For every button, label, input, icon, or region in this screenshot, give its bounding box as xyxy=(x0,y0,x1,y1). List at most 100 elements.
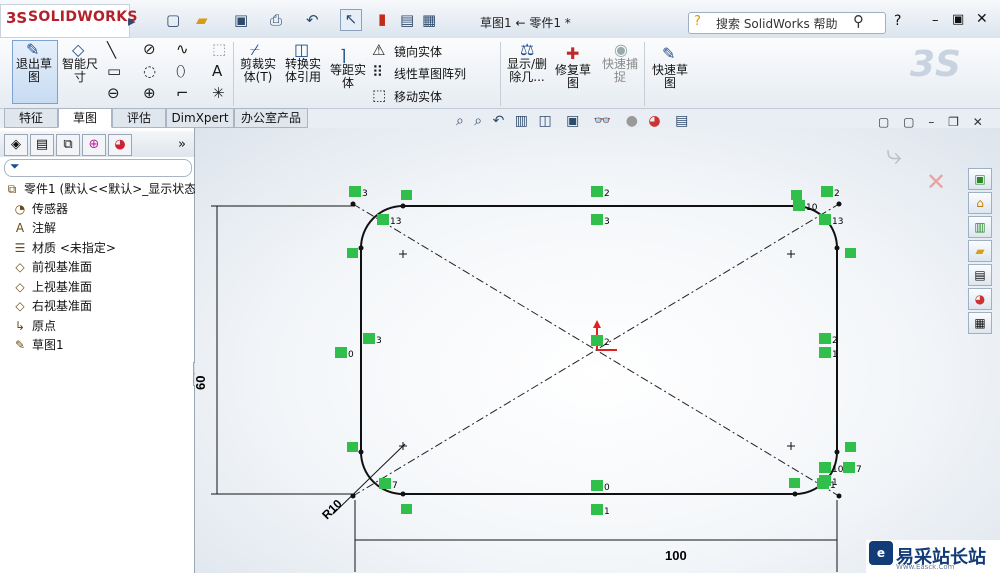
viewport-close-icon[interactable]: ✕ xyxy=(973,115,983,129)
dimension-texts[interactable]: 100 60 R10 xyxy=(195,376,687,563)
viewport-window-controls: ▢ ▢ – ❐ ✕ xyxy=(878,115,983,129)
menu-arrow-icon[interactable]: ▸ xyxy=(128,12,136,30)
scene-icon[interactable]: ◕ xyxy=(648,113,660,129)
tab-features[interactable]: 特征 xyxy=(4,108,58,128)
tab-dimxpert[interactable]: DimXpert xyxy=(166,108,234,128)
new-document-icon[interactable]: ▢ xyxy=(166,11,180,29)
view-settings-icon[interactable]: ▤ xyxy=(675,113,688,129)
display-manager-icon[interactable]: ◕ xyxy=(108,134,132,156)
polygon-icon[interactable]: ⊕ xyxy=(143,84,156,102)
move-icon[interactable]: ⬚ xyxy=(372,86,386,104)
display-style-icon[interactable]: ▣ xyxy=(566,113,579,129)
mirror-icon[interactable]: ⚠ xyxy=(372,41,385,59)
hide-show-items-icon[interactable]: 👓 xyxy=(594,113,611,129)
view-orientation-icon[interactable]: ◫ xyxy=(538,113,551,129)
zoom-area-icon[interactable]: ⌕ xyxy=(474,113,482,129)
options-icon[interactable]: ▦ xyxy=(422,11,436,29)
line-icon[interactable]: ╲ xyxy=(107,41,116,59)
tile-vertical-icon[interactable]: ▢ xyxy=(903,115,914,129)
zoom-to-fit-icon[interactable]: ⌕ xyxy=(456,113,464,129)
configuration-manager-icon[interactable]: ⧉ xyxy=(56,134,80,156)
tree-item[interactable]: ↳ 原点 xyxy=(12,317,56,334)
restore-icon[interactable]: ▣ xyxy=(952,12,964,27)
tree-item[interactable]: ◔ 传感器 xyxy=(12,200,68,217)
tree-item-label: 传感器 xyxy=(32,201,69,216)
rebuild-icon[interactable]: ▮ xyxy=(378,10,386,28)
mirror-label[interactable]: 镜向实体 xyxy=(394,43,442,60)
tangent-relation-icon xyxy=(347,248,358,258)
open-folder-icon[interactable]: ▰ xyxy=(196,11,208,29)
property-manager-icon[interactable]: ▤ xyxy=(30,134,54,156)
viewport-restore-icon[interactable]: ❐ xyxy=(948,115,959,129)
dimxpert-manager-icon[interactable]: ⊕ xyxy=(82,134,106,156)
file-properties-icon[interactable]: ▤ xyxy=(400,11,414,29)
relation-badge-icon xyxy=(591,214,603,225)
spline-icon[interactable]: ∿ xyxy=(176,40,189,58)
document-title: 草图1 ← 零件1 * xyxy=(480,16,571,30)
expand-panel-icon[interactable]: » xyxy=(178,137,186,152)
previous-view-icon[interactable]: ↶ xyxy=(493,113,505,129)
undo-icon[interactable]: ↶ xyxy=(306,11,319,29)
sensor-icon: ◔ xyxy=(14,201,26,216)
tab-sketch[interactable]: 草图 xyxy=(58,108,112,128)
convert-entities-label[interactable]: 转换实体引用 xyxy=(282,58,324,84)
slot-icon[interactable]: ⊖ xyxy=(107,84,120,102)
linear-pattern-icon[interactable]: ⠿ xyxy=(372,63,383,81)
relation-label: 2 xyxy=(834,189,840,199)
rectangle-icon[interactable]: ▭ xyxy=(107,62,121,80)
ellipse-icon[interactable]: ⬯ xyxy=(176,62,185,80)
fillet-icon[interactable]: ⌐ xyxy=(176,84,189,102)
minimize-icon[interactable]: – xyxy=(932,13,939,28)
relation-badge-icon xyxy=(349,186,361,197)
rapid-sketch-icon[interactable]: ✎ xyxy=(662,44,675,63)
tree-item[interactable]: ☰ 材质 <未指定> xyxy=(12,239,116,256)
display-delete-label[interactable]: 显示/删除几... xyxy=(504,58,550,84)
tangent-relation-icon xyxy=(845,442,856,452)
tangent-relation-icon xyxy=(789,478,800,488)
print-icon[interactable]: ⎙ xyxy=(270,11,282,29)
tile-icon[interactable]: ▢ xyxy=(878,115,889,129)
relation-label: 13 xyxy=(390,217,401,227)
trim-label[interactable]: 剪裁实体(T) xyxy=(236,58,280,84)
sketch-relations: 3 2 213 310133 20 1211077011 xyxy=(335,186,862,517)
quick-snap-label[interactable]: 快速捕捉 xyxy=(600,58,640,84)
tree-item[interactable]: ◇ 前视基准面 xyxy=(12,258,92,275)
search-icon[interactable]: ⚲ xyxy=(853,12,864,30)
help-search-input[interactable]: 搜索 SolidWorks 帮助 xyxy=(716,15,838,32)
relation-label: 13 xyxy=(832,217,843,227)
tree-item[interactable]: ◇ 右视基准面 xyxy=(12,297,92,314)
move-label[interactable]: 移动实体 xyxy=(394,88,442,105)
tab-office-products[interactable]: 办公室产品 xyxy=(234,108,308,128)
tree-item-label: 材质 <未指定> xyxy=(32,240,116,255)
relation-badge-icon xyxy=(793,200,805,211)
linear-pattern-label[interactable]: 线性草图阵列 xyxy=(394,65,466,82)
repair-sketch-icon[interactable]: ✚ xyxy=(566,44,579,63)
relation-badge-icon xyxy=(843,462,855,473)
help-menu-icon[interactable]: ? xyxy=(894,13,901,29)
text-icon[interactable]: A xyxy=(212,62,222,80)
tree-item[interactable]: A 注解 xyxy=(12,219,56,236)
viewport-minimize-icon[interactable]: – xyxy=(928,115,934,129)
arc-icon[interactable]: ◌ xyxy=(143,62,156,80)
feature-tree-icon[interactable]: ◈ xyxy=(4,134,28,156)
tab-evaluate[interactable]: 评估 xyxy=(112,108,166,128)
appearance-icon[interactable]: ● xyxy=(626,113,638,129)
point-icon[interactable]: ✳ xyxy=(212,84,225,102)
tree-item[interactable]: ⧉ 零件1 (默认<<默认>_显示状态 xyxy=(4,180,197,197)
close-icon[interactable]: ✕ xyxy=(976,11,988,27)
repair-sketch-label[interactable]: 修复草图 xyxy=(553,64,593,90)
section-view-icon[interactable]: ▥ xyxy=(515,113,528,129)
tree-item[interactable]: ◇ 上视基准面 xyxy=(12,278,92,295)
circle-icon[interactable]: ⊘ xyxy=(143,40,156,58)
relation-label: 7 xyxy=(392,481,398,491)
rapid-sketch-label[interactable]: 快速草图 xyxy=(648,64,692,90)
smart-dimension-label[interactable]: 智能尺寸 xyxy=(60,58,100,84)
plane-grid-icon[interactable]: ⬚ xyxy=(212,40,226,58)
dimension-height: 60 xyxy=(195,376,208,390)
offset-label[interactable]: 等距实体 xyxy=(328,64,368,90)
tree-item[interactable]: ✎ 草图1 xyxy=(12,336,64,353)
select-arrow-icon[interactable]: ↖ xyxy=(340,9,362,31)
sketch-canvas[interactable]: 3 2 213 310133 20 1211077011 100 60 R10 xyxy=(195,128,1000,573)
tree-filter-input[interactable] xyxy=(4,159,192,177)
save-icon[interactable]: ▣ xyxy=(234,11,248,29)
